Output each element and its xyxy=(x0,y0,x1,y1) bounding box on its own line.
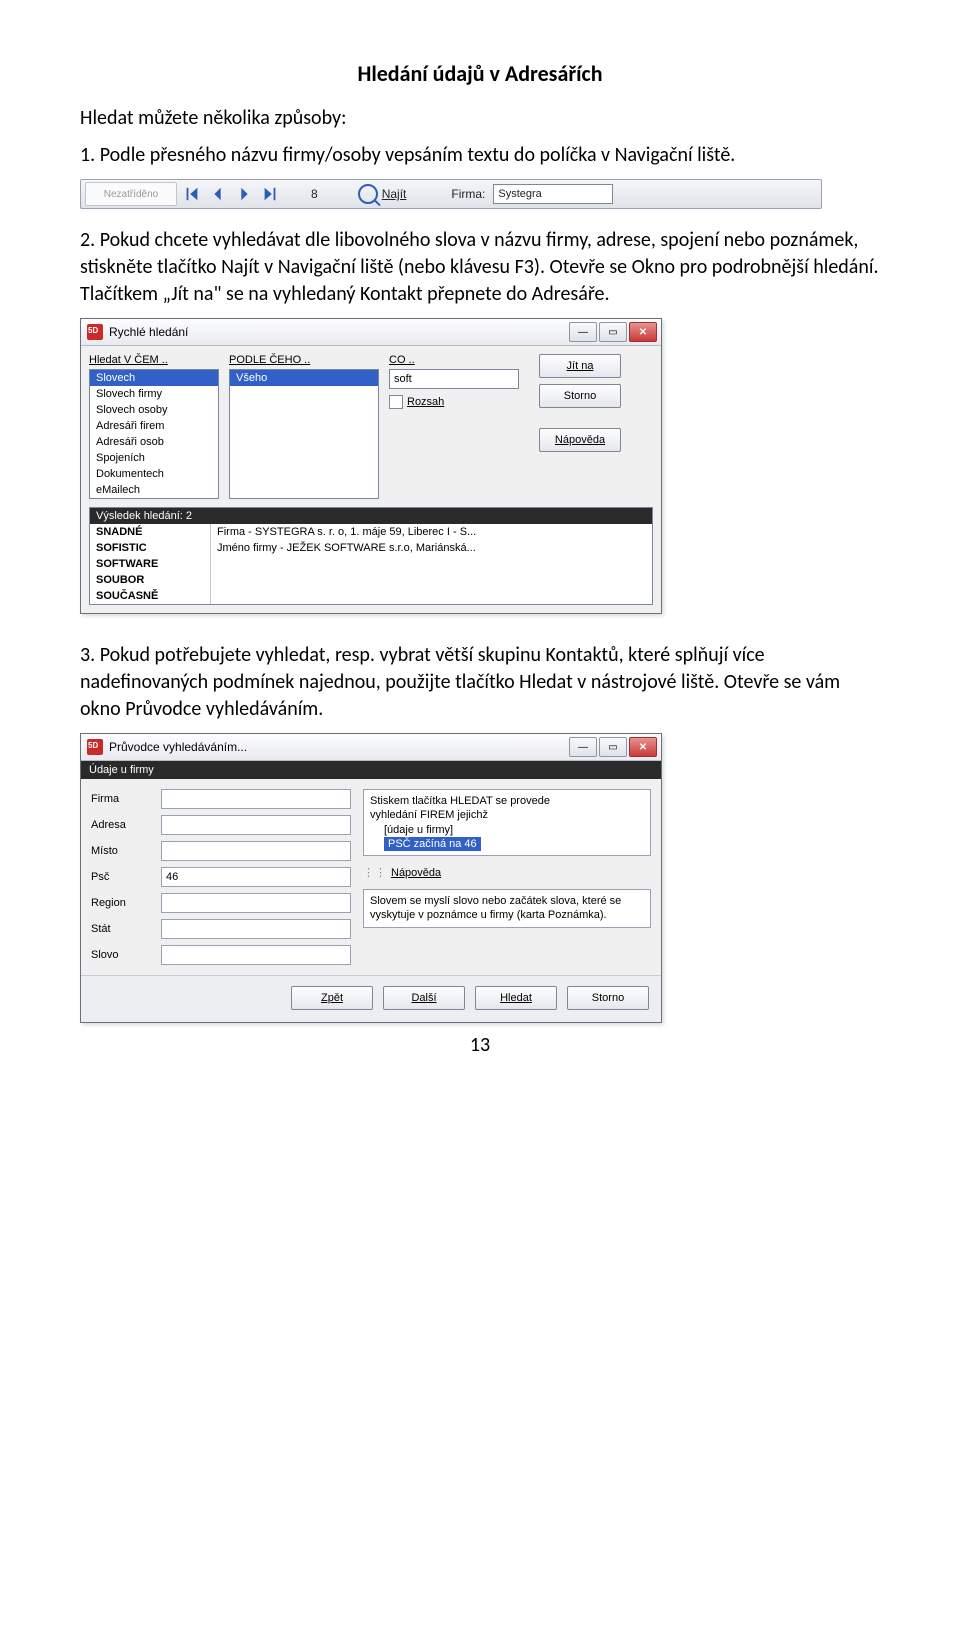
info-bracket: [údaje u firmy] xyxy=(370,823,644,837)
range-checkbox[interactable]: Rozsah xyxy=(389,395,529,409)
field-slovo[interactable] xyxy=(161,945,351,965)
info-line: Stiskem tlačítka HLEDAT se provede xyxy=(370,794,644,808)
minimize-button[interactable]: — xyxy=(569,737,597,757)
navbar-strip: Nezatříděno 8 Najít Firma: Systegra xyxy=(80,179,822,209)
wizard-section-header: Údaje u firmy xyxy=(81,761,661,779)
page-title: Hledání údajů v Adresářích xyxy=(80,60,880,87)
company-label: Firma: xyxy=(451,187,485,201)
label-region: Region xyxy=(91,897,151,909)
search-term-input[interactable]: soft xyxy=(389,369,519,389)
list-item[interactable]: SOUBOR xyxy=(90,572,210,588)
list-item[interactable]: Spojeních xyxy=(90,450,218,466)
quickfind-window: Rychlé hledání — ▭ ✕ Hledat V ČEM .. Slo… xyxy=(80,318,662,614)
grip-icon: ⋮⋮ xyxy=(363,866,387,879)
titlebar: Rychlé hledání — ▭ ✕ xyxy=(81,319,661,346)
list-item[interactable]: Slovech xyxy=(90,370,218,386)
wizard-form: Firma Adresa Místo Psč 46 Region Stát Sl… xyxy=(91,789,351,965)
nav-prev-icon[interactable] xyxy=(207,183,229,205)
list-item[interactable]: Slovech firmy xyxy=(90,386,218,402)
list-item[interactable]: Adresáři firem xyxy=(90,418,218,434)
col3-label: CO .. xyxy=(389,354,529,366)
record-count: 8 xyxy=(311,187,318,201)
next-button[interactable]: Další xyxy=(383,986,465,1010)
list-item[interactable]: Jméno firmy - JEŽEK SOFTWARE s.r.o, Mari… xyxy=(211,540,652,556)
label-psc: Psč xyxy=(91,871,151,883)
field-adresa[interactable] xyxy=(161,815,351,835)
info-line: vyhledání FIREM jejichž xyxy=(370,808,644,822)
app-icon xyxy=(87,739,103,755)
wizard-footer: Zpět Další Hledat Storno xyxy=(81,975,661,1022)
results-header: Výsledek hledání: 2 xyxy=(90,508,652,524)
find-button[interactable]: Najít xyxy=(358,184,407,204)
list-item[interactable]: Adresáři osob xyxy=(90,434,218,450)
results-right-column: Firma - SYSTEGRA s. r. o, 1. máje 59, Li… xyxy=(211,524,652,604)
go-button[interactable]: Jít na xyxy=(539,354,621,378)
page-number: 13 xyxy=(80,1033,880,1057)
results-left-column: SNADNÉ SOFISTIC SOFTWARE SOUBOR SOUČASNĚ xyxy=(90,524,211,604)
list-item[interactable]: Všeho xyxy=(230,370,378,386)
field-firma[interactable] xyxy=(161,789,351,809)
list-item[interactable]: SOFISTIC xyxy=(90,540,210,556)
results-panel: Výsledek hledání: 2 SNADNÉ SOFISTIC SOFT… xyxy=(89,507,653,605)
window-title: Průvodce vyhledáváním... xyxy=(109,740,569,754)
window-title: Rychlé hledání xyxy=(109,325,569,339)
col1-label: Hledat V ČEM .. xyxy=(89,354,219,366)
info-highlight: PSČ začíná na 46 xyxy=(384,837,481,851)
search-icon xyxy=(358,184,378,204)
list-item[interactable]: SOUČASNĚ xyxy=(90,588,210,604)
list-item[interactable]: Dokumentech xyxy=(90,466,218,482)
help-button[interactable]: Nápověda xyxy=(539,428,621,452)
app-icon xyxy=(87,324,103,340)
label-misto: Místo xyxy=(91,845,151,857)
list-item[interactable]: Poznámkách xyxy=(90,498,218,499)
find-label: Najít xyxy=(382,187,407,201)
list-item[interactable]: SOFTWARE xyxy=(90,556,210,572)
close-button[interactable]: ✕ xyxy=(629,737,657,757)
nav-first-icon[interactable] xyxy=(181,183,203,205)
field-psc[interactable]: 46 xyxy=(161,867,351,887)
field-region[interactable] xyxy=(161,893,351,913)
paragraph-3: 3. Pokud potřebujete vyhledat, resp. vyb… xyxy=(80,642,880,723)
back-button[interactable]: Zpět xyxy=(291,986,373,1010)
maximize-button[interactable]: ▭ xyxy=(599,322,627,342)
search-by-list[interactable]: Všeho xyxy=(229,369,379,499)
wizard-window: Průvodce vyhledáváním... — ▭ ✕ Údaje u f… xyxy=(80,733,662,1023)
field-stat[interactable] xyxy=(161,919,351,939)
label-stat: Stát xyxy=(91,923,151,935)
paragraph-item1: 1. Podle přesného názvu firmy/osoby veps… xyxy=(80,142,880,169)
list-item[interactable]: Slovech osoby xyxy=(90,402,218,418)
col2-label: PODLE ČEHO .. xyxy=(229,354,379,366)
search-button[interactable]: Hledat xyxy=(475,986,557,1010)
search-in-list[interactable]: Slovech Slovech firmy Slovech osoby Adre… xyxy=(89,369,219,499)
label-adresa: Adresa xyxy=(91,819,151,831)
minimize-button[interactable]: — xyxy=(569,322,597,342)
list-item[interactable]: SNADNÉ xyxy=(90,524,210,540)
titlebar: Průvodce vyhledáváním... — ▭ ✕ xyxy=(81,734,661,761)
checkbox-icon xyxy=(389,395,403,409)
company-input[interactable]: Systegra xyxy=(493,184,613,204)
wizard-info: Stiskem tlačítka HLEDAT se provede vyhle… xyxy=(363,789,651,856)
cancel-button[interactable]: Storno xyxy=(567,986,649,1010)
range-label: Rozsah xyxy=(407,396,444,408)
wizard-help-text: Slovem se myslí slovo nebo začátek slova… xyxy=(363,889,651,928)
list-item[interactable]: eMailech xyxy=(90,482,218,498)
cancel-button[interactable]: Storno xyxy=(539,384,621,408)
paragraph-2: 2. Pokud chcete vyhledávat dle libovolné… xyxy=(80,227,880,308)
field-misto[interactable] xyxy=(161,841,351,861)
nav-last-icon[interactable] xyxy=(259,183,281,205)
sort-indicator: Nezatříděno xyxy=(85,182,177,206)
close-button[interactable]: ✕ xyxy=(629,322,657,342)
maximize-button[interactable]: ▭ xyxy=(599,737,627,757)
label-slovo: Slovo xyxy=(91,949,151,961)
paragraph-intro: Hledat můžete několika způsoby: xyxy=(80,105,880,132)
list-item[interactable]: Firma - SYSTEGRA s. r. o, 1. máje 59, Li… xyxy=(211,524,652,540)
nav-next-icon[interactable] xyxy=(233,183,255,205)
label-firma: Firma xyxy=(91,793,151,805)
help-toggle[interactable]: ⋮⋮ Nápověda xyxy=(363,864,651,881)
